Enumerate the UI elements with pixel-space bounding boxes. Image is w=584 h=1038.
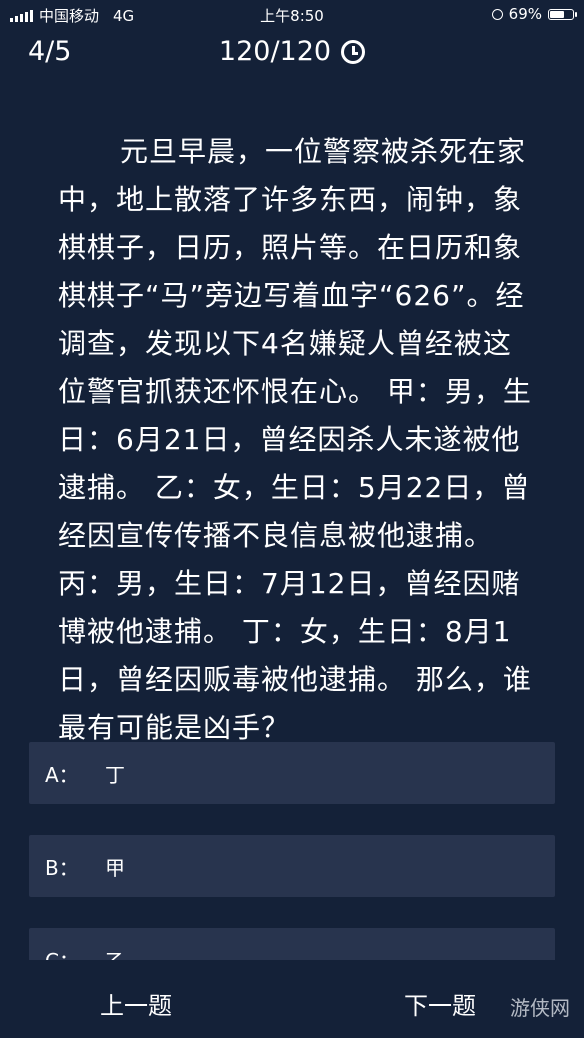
alarm-icon — [491, 8, 503, 20]
timer: 120/120 — [0, 36, 584, 67]
option-a[interactable]: A： 丁 — [29, 742, 555, 804]
status-right: 69% — [491, 5, 577, 23]
battery-percent: 69% — [508, 5, 542, 23]
prev-question-button[interactable]: 上一题 — [100, 986, 172, 1021]
footer-nav: 上一题 下一题 游侠网 — [0, 960, 584, 1038]
next-question-button[interactable]: 下一题 — [404, 986, 476, 1021]
option-label: 丁 — [105, 762, 125, 787]
option-key: A： — [45, 762, 79, 787]
timer-value: 120/120 — [218, 36, 332, 67]
watermark-logo: 游侠网 — [510, 996, 570, 1020]
option-key: B： — [45, 855, 79, 880]
battery-fill — [550, 10, 564, 18]
clock-icon — [341, 39, 366, 64]
option-label: 甲 — [105, 855, 125, 880]
question-text: 元旦早晨，一位警察被杀死在家中，地上散落了许多东西，闹钟，象棋棋子，日历，照片等… — [58, 135, 532, 744]
option-b[interactable]: B： 甲 — [29, 835, 555, 897]
battery-icon — [548, 8, 577, 20]
quiz-header: 4/5 120/120 — [0, 36, 584, 72]
status-bar: 中国移动 4G 上午8:50 69% — [0, 0, 584, 28]
